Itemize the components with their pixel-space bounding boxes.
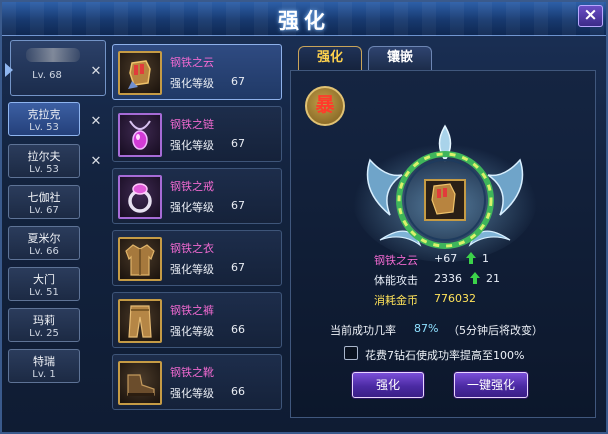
title-bar: 强化 × [2, 2, 606, 36]
character-level: Lv. 68 [32, 70, 62, 81]
enhance-level-label: 强化等级 [170, 325, 214, 338]
gauntlet-icon [118, 51, 162, 95]
character-name: 夏米尔 [27, 232, 61, 245]
stat-value: +67 [434, 252, 458, 265]
character-name: 玛莉 [33, 314, 55, 327]
enhance-level-label: 强化等级 [170, 139, 214, 152]
enhance-level-value: 67 [231, 199, 245, 212]
enhance-level-value: 67 [231, 137, 245, 150]
success-rate-value: 87% [414, 322, 439, 335]
diamond-boost-label: 花费7钻石使成功率提高至100% [365, 349, 525, 362]
enhance-level-label: 强化等级 [170, 201, 214, 214]
equipment-item[interactable]: 钢铁之云 强化等级 67 [112, 44, 282, 100]
character-item[interactable]: 玛莉 Lv. 25 [8, 308, 80, 342]
equipment-item[interactable]: 钢铁之戒 强化等级 67 [112, 168, 282, 224]
character-item[interactable]: 大门 Lv. 51 [8, 267, 80, 301]
critical-badge: 暴 [305, 86, 345, 126]
enhance-level-value: 67 [231, 75, 245, 88]
equipment-name: 钢铁之靴 [170, 366, 214, 379]
equipment-item[interactable]: 钢铁之靴 强化等级 66 [112, 354, 282, 410]
enhance-level-value: 67 [231, 261, 245, 274]
equipment-name: 钢铁之戒 [170, 180, 214, 193]
ring-icon [118, 175, 162, 219]
coat-icon [118, 237, 162, 281]
crossed-swords-icon: ✕ [90, 114, 102, 129]
up-arrow-icon [466, 252, 476, 264]
character-level: Lv. 51 [29, 287, 59, 298]
equipment-name: 钢铁之裤 [170, 304, 214, 317]
up-arrow-icon [470, 272, 480, 284]
character-item[interactable]: 特瑞 Lv. 1 [8, 349, 80, 383]
stat-label: 钢铁之云 [374, 254, 418, 267]
character-name-redacted [26, 48, 80, 62]
pants-icon [118, 299, 162, 343]
equipment-name: 钢铁之链 [170, 118, 214, 131]
selection-pointer-icon [5, 63, 13, 77]
crossed-swords-icon: ✕ [90, 154, 102, 169]
one-key-enhance-button[interactable]: 一键强化 [454, 372, 528, 398]
enhance-level-label: 强化等级 [170, 77, 214, 90]
character-item[interactable]: 拉尔夫 Lv. 53 [8, 144, 80, 178]
character-level: Lv. 25 [29, 328, 59, 339]
equipment-list: 钢铁之云 强化等级 67 钢铁之链 强化等级 67 钢铁之戒 强化等级 67 钢… [112, 44, 284, 416]
stat-label: 体能攻击 [374, 274, 418, 287]
stat-increase: 1 [482, 252, 489, 265]
character-level: Lv. 1 [32, 369, 56, 380]
equipment-item[interactable]: 钢铁之衣 强化等级 67 [112, 230, 282, 286]
character-name: 特瑞 [33, 355, 55, 368]
success-rate-note: （5分钟后将改变） [448, 324, 543, 337]
equipment-name: 钢铁之云 [170, 56, 214, 69]
character-name: 克拉克 [27, 108, 61, 121]
stat-increase: 21 [486, 272, 500, 285]
character-name: 七伽社 [27, 191, 61, 204]
close-button[interactable]: × [578, 5, 603, 27]
equipment-item[interactable]: 钢铁之裤 强化等级 66 [112, 292, 282, 348]
diamond-boost-checkbox[interactable] [344, 346, 358, 360]
character-name: 拉尔夫 [27, 150, 61, 163]
character-item[interactable]: 克拉克 Lv. 53 [8, 102, 80, 136]
character-level: Lv. 53 [29, 164, 59, 175]
necklace-icon [118, 113, 162, 157]
window-title: 强化 [278, 9, 330, 33]
enhance-level-label: 强化等级 [170, 387, 214, 400]
character-item[interactable]: 七伽社 Lv. 67 [8, 185, 80, 219]
crossed-swords-icon: ✕ [90, 64, 102, 79]
character-item[interactable]: 夏米尔 Lv. 66 [8, 226, 80, 260]
enhance-level-value: 66 [231, 385, 245, 398]
success-rate-label: 当前成功几率 [330, 324, 396, 337]
character-level: Lv. 67 [29, 205, 59, 216]
gold-cost-value: 776032 [434, 292, 476, 305]
enhance-level-value: 66 [231, 323, 245, 336]
character-name: 大门 [33, 273, 55, 286]
enhance-level-label: 强化等级 [170, 263, 214, 276]
stat-value: 2336 [434, 272, 462, 285]
stat-label: 消耗金币 [374, 294, 418, 307]
character-list: Lv. 68 克拉克 Lv. 53 拉尔夫 Lv. 53 七伽社 Lv. 67 … [4, 40, 108, 428]
boots-icon [118, 361, 162, 405]
equipment-name: 钢铁之衣 [170, 242, 214, 255]
equipment-item[interactable]: 钢铁之链 强化等级 67 [112, 106, 282, 162]
enhance-button[interactable]: 强化 [352, 372, 424, 398]
character-level: Lv. 66 [29, 246, 59, 257]
tab-enhance[interactable]: 强化 [298, 46, 362, 70]
character-level: Lv. 53 [29, 122, 59, 133]
enhance-emblem-graphic [350, 120, 540, 270]
tab-inlay[interactable]: 镶嵌 [368, 46, 432, 70]
